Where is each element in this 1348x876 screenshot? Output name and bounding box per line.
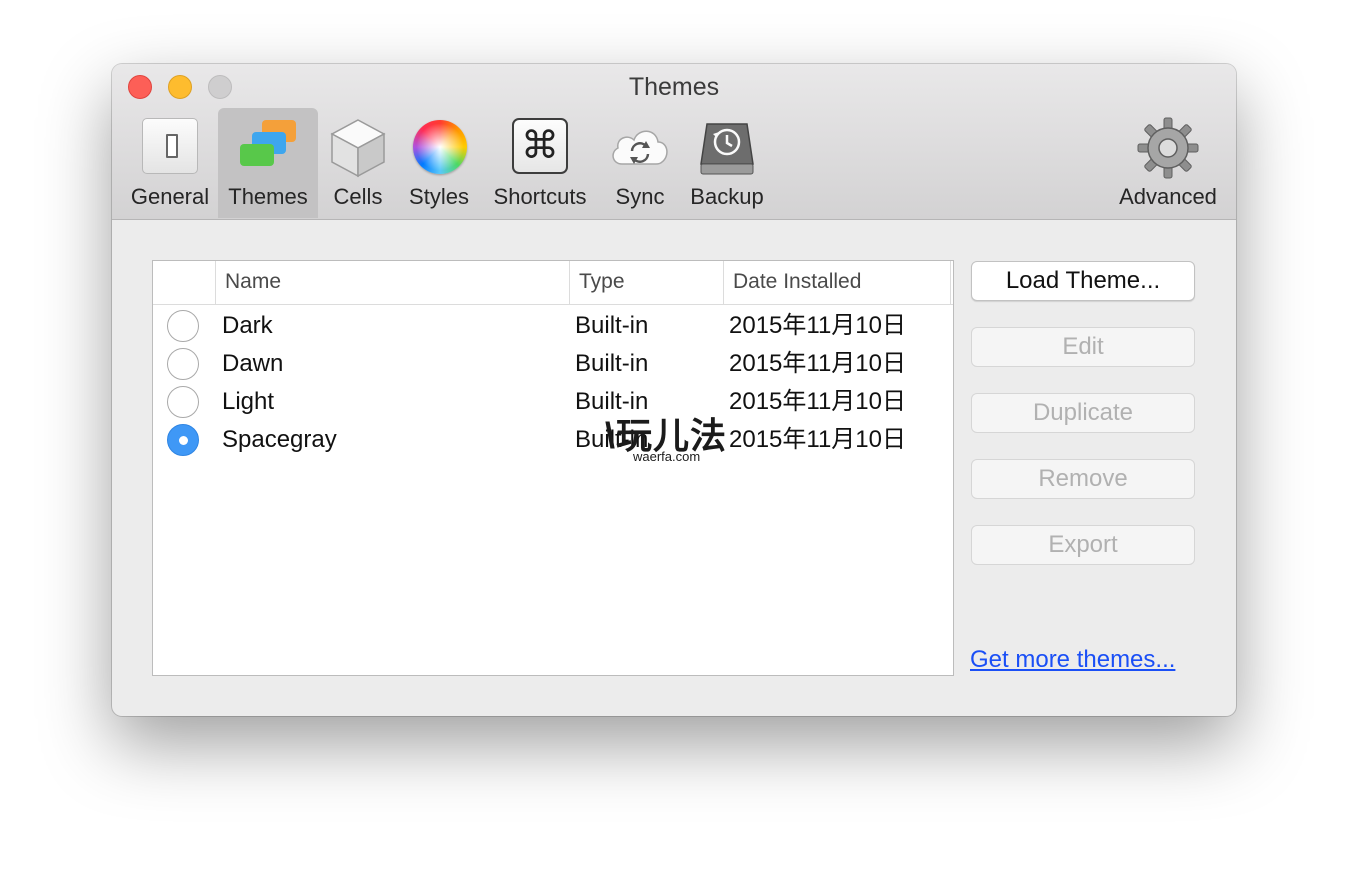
tab-shortcuts[interactable]: ⌘ Shortcuts: [484, 108, 596, 218]
column-header-date-installed[interactable]: Date Installed: [723, 261, 951, 305]
advanced-gear-icon: [1136, 116, 1200, 180]
tab-themes[interactable]: Themes: [218, 108, 318, 218]
table-row[interactable]: Dawn Built-in 2015年11月10日: [153, 345, 953, 383]
export-button[interactable]: Export: [971, 525, 1195, 565]
tab-cells-label: Cells: [333, 184, 383, 209]
tab-general[interactable]: General: [126, 108, 214, 218]
watermark: \玩儿法 waerfa.com: [605, 407, 775, 471]
watermark-site: waerfa.com: [633, 449, 701, 464]
get-more-themes-link[interactable]: Get more themes...: [970, 646, 1175, 674]
tab-general-label: General: [130, 184, 210, 209]
theme-date-installed: 2015年11月10日: [729, 350, 906, 377]
theme-date-installed: 2015年11月10日: [729, 312, 906, 339]
table-row[interactable]: Light Built-in 2015年11月10日: [153, 383, 953, 421]
column-header-type[interactable]: Type: [569, 261, 723, 305]
tab-advanced-label: Advanced: [1119, 184, 1217, 209]
load-theme-button[interactable]: Load Theme...: [971, 261, 1195, 301]
table-header: Name Type Date Installed: [153, 261, 953, 305]
tab-themes-label: Themes: [228, 184, 308, 209]
tab-shortcuts-label: Shortcuts: [493, 184, 587, 209]
theme-radio-button[interactable]: [167, 348, 199, 380]
tab-cells[interactable]: Cells: [322, 108, 394, 218]
theme-radio-button[interactable]: [167, 386, 199, 418]
tab-backup[interactable]: Backup: [684, 108, 770, 218]
table-row[interactable]: Spacegray Built-in 2015年11月10日: [153, 421, 953, 459]
theme-name: Spacegray: [222, 426, 337, 453]
theme-radio-button[interactable]: [167, 310, 199, 342]
edit-button[interactable]: Edit: [971, 327, 1195, 367]
backup-drive-icon: [695, 116, 759, 180]
duplicate-button[interactable]: Duplicate: [971, 393, 1195, 433]
theme-name: Light: [222, 388, 275, 415]
tab-styles[interactable]: Styles: [400, 108, 478, 218]
themes-table[interactable]: Name Type Date Installed Dark Built-in 2…: [152, 260, 954, 676]
theme-type: Built-in: [575, 312, 649, 339]
window-title: Themes: [628, 73, 720, 101]
general-switch-icon: [138, 116, 202, 180]
tab-sync-label: Sync: [615, 184, 665, 209]
theme-name: Dark: [222, 312, 273, 339]
theme-radio-button-selected[interactable]: [167, 424, 199, 456]
column-header-name[interactable]: Name: [215, 261, 569, 305]
preferences-window: Themes General Themes Cells Styles ⌘ Sho…: [112, 64, 1236, 716]
remove-button[interactable]: Remove: [971, 459, 1195, 499]
tab-styles-label: Styles: [409, 184, 469, 209]
table-row[interactable]: Dark Built-in 2015年11月10日: [153, 307, 953, 345]
tab-advanced[interactable]: Advanced: [1112, 108, 1224, 218]
tab-sync[interactable]: Sync: [600, 108, 680, 218]
cells-cube-icon: [326, 116, 390, 180]
titlebar-toolbar: Themes General Themes Cells Styles ⌘ Sho…: [112, 64, 1236, 220]
theme-type: Built-in: [575, 350, 649, 377]
column-header-select[interactable]: [153, 261, 215, 305]
shortcuts-command-key-icon: ⌘: [508, 116, 572, 180]
tab-backup-label: Backup: [690, 184, 764, 209]
themes-cards-icon: [236, 116, 300, 180]
theme-name: Dawn: [222, 350, 284, 377]
sync-cloud-icon: [608, 116, 672, 180]
styles-color-wheel-icon: [407, 116, 471, 180]
